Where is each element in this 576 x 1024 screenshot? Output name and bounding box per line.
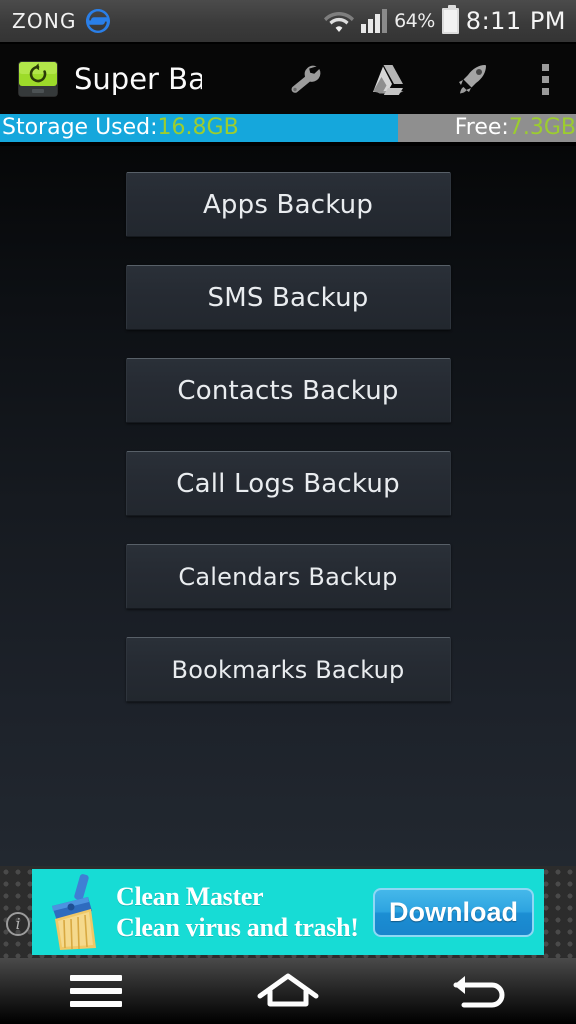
ad-title: Clean Master <box>116 882 264 911</box>
storage-used-value: 16.8GB <box>157 115 239 140</box>
backup-button-list: Apps Backup SMS Backup Contacts Backup C… <box>0 146 576 702</box>
battery-icon <box>441 5 459 34</box>
storage-bar: Storage Used:16.8GB Free:7.3GB <box>0 114 576 144</box>
home-icon[interactable] <box>192 958 384 1024</box>
ad-info-icon[interactable]: i <box>6 912 30 936</box>
contacts-backup-button[interactable]: Contacts Backup <box>125 358 451 423</box>
storage-free-value: 7.3GB <box>508 115 576 140</box>
storage-free-label: Free:7.3GB <box>455 114 576 142</box>
storage-free-prefix: Free: <box>454 115 509 140</box>
ad-banner[interactable]: Clean Master Clean virus and trash! Down… <box>32 869 544 955</box>
storage-used-label: Storage Used:16.8GB <box>2 114 239 142</box>
wifi-icon <box>324 9 355 33</box>
carrier-area: ZONG <box>12 8 111 34</box>
ad-download-button[interactable]: Download <box>373 887 534 937</box>
call-logs-backup-label: Call Logs Backup <box>176 468 400 499</box>
status-indicators: 64% 8:11 PM <box>324 5 566 35</box>
carrier-name: ZONG <box>12 9 77 33</box>
status-bar: ZONG 64% 8:11 PM <box>0 0 576 44</box>
zong-s-logo-icon <box>85 8 111 34</box>
bookmarks-backup-label: Bookmarks Backup <box>171 655 405 684</box>
main-content: Apps Backup SMS Backup Contacts Backup C… <box>0 146 576 866</box>
broom-icon <box>44 872 106 952</box>
ad-text: Clean Master Clean virus and trash! <box>116 881 359 943</box>
storage-used-prefix: Storage Used: <box>2 115 158 140</box>
bookmarks-backup-button[interactable]: Bookmarks Backup <box>125 637 451 702</box>
status-clock: 8:11 PM <box>465 7 566 35</box>
app-title: Super Backup <box>74 62 202 96</box>
back-icon[interactable] <box>384 958 576 1024</box>
super-backup-app-icon <box>16 57 60 101</box>
google-drive-icon[interactable] <box>346 44 430 114</box>
calendars-backup-label: Calendars Backup <box>178 562 398 591</box>
ad-zone: i Clean Master Clean virus and trash! Do… <box>0 866 576 958</box>
system-nav-bar <box>0 958 576 1024</box>
action-bar-actions <box>262 44 576 114</box>
contacts-backup-label: Contacts Backup <box>177 375 399 406</box>
apps-backup-label: Apps Backup <box>202 189 374 220</box>
app-action-bar: Super Backup <box>0 44 576 114</box>
calendars-backup-button[interactable]: Calendars Backup <box>125 544 451 609</box>
apps-backup-button[interactable]: Apps Backup <box>125 172 451 237</box>
cellular-signal-icon <box>361 9 388 33</box>
wrench-icon[interactable] <box>262 44 346 114</box>
phone-screen: ZONG 64% 8:11 PM Super Ba Storage Used:1… <box>0 0 576 1024</box>
call-logs-backup-button[interactable]: Call Logs Backup <box>125 451 451 516</box>
menu-icon[interactable] <box>0 958 192 1024</box>
sms-backup-label: SMS Backup <box>207 282 369 313</box>
sms-backup-button[interactable]: SMS Backup <box>125 265 451 330</box>
rocket-icon[interactable] <box>430 44 514 114</box>
ad-subtitle: Clean virus and trash! <box>116 913 359 942</box>
battery-percent-label: 64% <box>394 10 435 32</box>
overflow-menu-icon[interactable] <box>514 44 576 114</box>
